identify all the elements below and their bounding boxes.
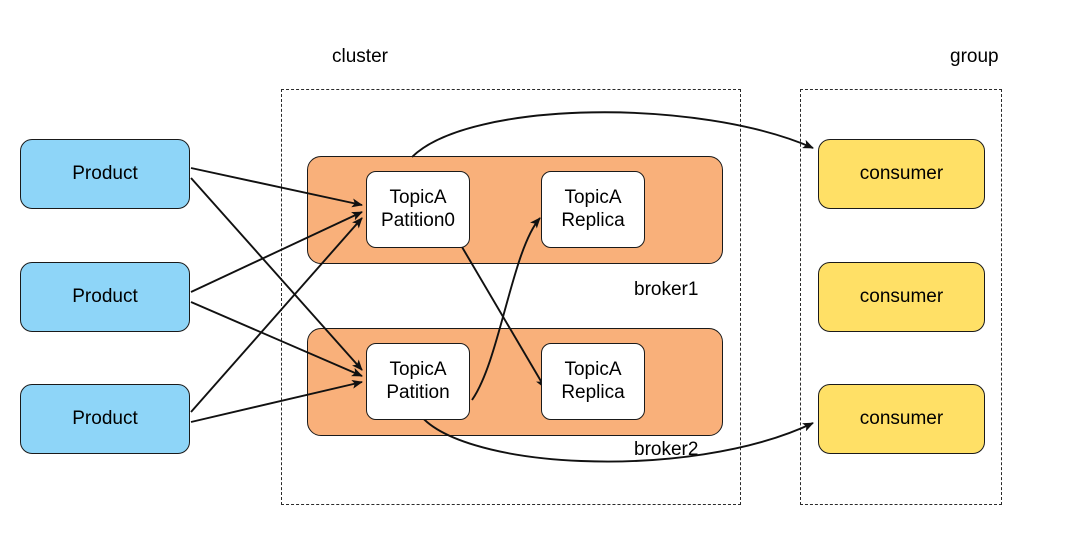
partition-label: TopicA Patition: [386, 359, 450, 403]
broker1-replica-node[interactable]: TopicA Replica: [541, 171, 645, 248]
partition-label: TopicA Patition0: [381, 187, 455, 231]
producer-label: Product: [72, 162, 138, 184]
consumer-label: consumer: [859, 407, 944, 429]
broker2-replica-node[interactable]: TopicA Replica: [541, 343, 645, 420]
broker2-partition-node[interactable]: TopicA Patition: [366, 343, 470, 420]
producer-box-3[interactable]: Product: [20, 384, 190, 454]
consumer-label: consumer: [859, 285, 944, 307]
replica-label: TopicA Replica: [561, 359, 625, 403]
producer-box-1[interactable]: Product: [20, 139, 190, 209]
producer-label: Product: [72, 407, 138, 429]
consumer-box-2[interactable]: consumer: [818, 262, 985, 332]
producer-box-2[interactable]: Product: [20, 262, 190, 332]
consumer-box-1[interactable]: consumer: [818, 139, 985, 209]
consumer-label: consumer: [859, 162, 944, 184]
diagram-canvas: cluster group broker1 broker2 Product Pr…: [0, 0, 1080, 540]
consumer-box-3[interactable]: consumer: [818, 384, 985, 454]
replica-label: TopicA Replica: [561, 187, 625, 231]
producer-label: Product: [72, 285, 138, 307]
broker1-partition-node[interactable]: TopicA Patition0: [366, 171, 470, 248]
